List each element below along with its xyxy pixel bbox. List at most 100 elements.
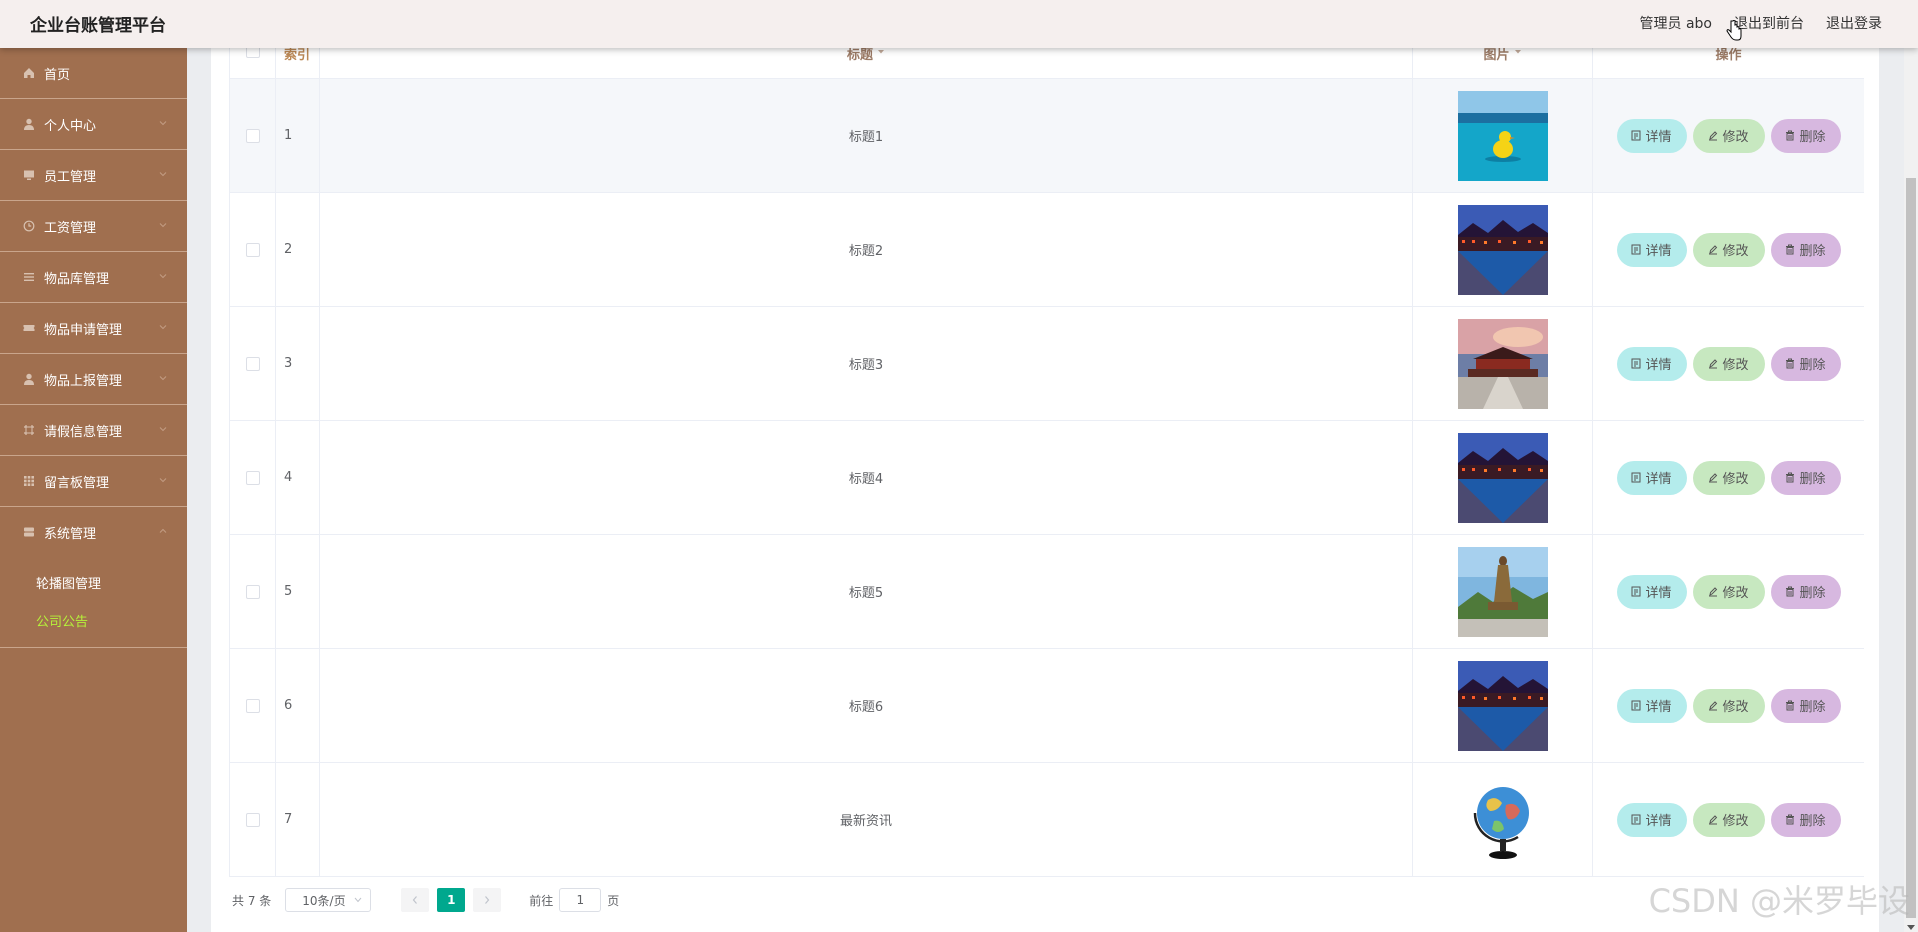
delete-button[interactable]: 删除 <box>1770 574 1841 609</box>
sidebar-item-salary[interactable]: 工资管理 <box>0 201 187 252</box>
thumbnail-image[interactable] <box>1457 204 1548 295</box>
edit-button[interactable]: 修改 <box>1692 802 1765 837</box>
top-header: 企业台账管理平台 管理员 abo 退出到前台 退出登录 <box>0 0 1918 48</box>
pencil-icon <box>1709 473 1718 483</box>
row-image-cell <box>1413 193 1593 306</box>
detail-button[interactable]: 详情 <box>1616 346 1687 381</box>
detail-button[interactable]: 详情 <box>1616 802 1687 837</box>
sidebar-item-reports[interactable]: 物品上报管理 <box>0 354 187 405</box>
row-checkbox[interactable] <box>245 470 260 485</box>
sidebar-item-inventory[interactable]: 物品库管理 <box>0 252 187 303</box>
row-checkbox[interactable] <box>245 584 260 599</box>
document-icon <box>1631 130 1641 141</box>
row-index: 4 <box>276 421 320 534</box>
document-icon <box>1631 244 1641 255</box>
header-actions: 管理员 abo 退出到前台 退出登录 <box>1640 13 1882 33</box>
page-size-select[interactable]: 10条/页 <box>285 888 372 912</box>
sidebar-item-system[interactable]: 系统管理 <box>0 507 187 557</box>
thumbnail-image[interactable] <box>1457 660 1548 751</box>
chevron-down-icon <box>354 897 362 903</box>
detail-button[interactable]: 详情 <box>1616 460 1687 495</box>
sidebar-item-messages[interactable]: 留言板管理 <box>0 456 187 507</box>
sidebar-item-home[interactable]: 首页 <box>0 48 187 99</box>
sidebar-item-requests[interactable]: 物品申请管理 <box>0 303 187 354</box>
hand-cursor-icon <box>1726 20 1742 41</box>
row-image-cell <box>1413 421 1593 534</box>
page-scrollbar[interactable] <box>1904 48 1918 932</box>
back-to-front-link[interactable]: 退出到前台 <box>1734 13 1804 33</box>
row-title: 标题3 <box>320 307 1413 420</box>
trash-icon <box>1786 472 1795 483</box>
detail-button[interactable]: 详情 <box>1616 574 1687 609</box>
sidebar-subitem-carousel[interactable]: 轮播图管理 <box>0 563 187 601</box>
chevron-up-icon <box>159 528 167 533</box>
row-index: 3 <box>276 307 320 420</box>
row-index: 5 <box>276 535 320 648</box>
delete-button[interactable]: 删除 <box>1770 232 1841 267</box>
edit-label: 修改 <box>1722 244 1749 259</box>
thumbnail-image[interactable] <box>1457 318 1548 409</box>
row-checkbox[interactable] <box>245 812 260 827</box>
page-number-1[interactable]: 1 <box>437 888 466 912</box>
edit-label: 修改 <box>1722 472 1749 487</box>
row-index: 7 <box>276 763 320 876</box>
delete-label: 删除 <box>1799 130 1826 145</box>
row-image-cell <box>1413 649 1593 762</box>
detail-button[interactable]: 详情 <box>1616 688 1687 723</box>
detail-button[interactable]: 详情 <box>1616 118 1687 153</box>
goto-page-input[interactable] <box>559 888 602 912</box>
delete-button[interactable]: 删除 <box>1770 460 1841 495</box>
edit-button[interactable]: 修改 <box>1692 460 1765 495</box>
delete-button[interactable]: 删除 <box>1770 346 1841 381</box>
edit-button[interactable]: 修改 <box>1692 574 1765 609</box>
row-checkbox[interactable] <box>245 242 260 257</box>
sidebar-item-label: 员工管理 <box>44 169 97 185</box>
edit-button[interactable]: 修改 <box>1692 118 1765 153</box>
table-row: 2 标题2 详情 修改 删除 <box>230 193 1864 307</box>
detail-label: 详情 <box>1645 244 1672 259</box>
chevron-down-icon <box>159 172 167 177</box>
delete-button[interactable]: 删除 <box>1770 688 1841 723</box>
document-icon <box>1631 472 1641 483</box>
sidebar-item-staff[interactable]: 员工管理 <box>0 150 187 201</box>
logout-link[interactable]: 退出登录 <box>1826 13 1882 33</box>
grid-icon <box>22 474 36 488</box>
chevron-down-icon <box>159 121 167 126</box>
delete-label: 删除 <box>1799 700 1826 715</box>
scrollbar-thumb[interactable] <box>1906 178 1916 918</box>
delete-label: 删除 <box>1799 244 1826 259</box>
row-image-cell <box>1413 763 1593 876</box>
clock-icon <box>22 219 36 233</box>
sidebar-subitem-notice[interactable]: 公司公告 <box>0 601 187 639</box>
next-page-button[interactable] <box>473 888 502 912</box>
chevron-down-icon <box>159 223 167 228</box>
detail-button[interactable]: 详情 <box>1616 232 1687 267</box>
row-checkbox[interactable] <box>245 356 260 371</box>
prev-page-button[interactable] <box>401 888 430 912</box>
row-checkbox[interactable] <box>245 698 260 713</box>
row-checkbox[interactable] <box>245 128 260 143</box>
row-actions: 详情 修改 删除 <box>1593 79 1864 192</box>
chevron-down-icon <box>159 478 167 483</box>
chevron-down-icon <box>159 427 167 432</box>
thumbnail-image[interactable] <box>1457 432 1548 523</box>
thumbnail-image[interactable] <box>1457 546 1548 637</box>
scroll-down-arrow-icon[interactable] <box>1907 925 1915 930</box>
document-icon <box>1631 700 1641 711</box>
thumbnail-image[interactable] <box>1457 774 1548 865</box>
chevron-right-icon <box>485 896 490 904</box>
edit-button[interactable]: 修改 <box>1692 688 1765 723</box>
edit-button[interactable]: 修改 <box>1692 232 1765 267</box>
thumbnail-image[interactable] <box>1457 90 1548 181</box>
row-title: 标题4 <box>320 421 1413 534</box>
sidebar-item-profile[interactable]: 个人中心 <box>0 99 187 150</box>
sidebar-item-leave[interactable]: 请假信息管理 <box>0 405 187 456</box>
delete-button[interactable]: 删除 <box>1770 802 1841 837</box>
edit-button[interactable]: 修改 <box>1692 346 1765 381</box>
goto-page: 前往 页 <box>529 888 619 912</box>
page-size-value: 10条/页 <box>302 893 346 908</box>
row-image-cell <box>1413 535 1593 648</box>
delete-button[interactable]: 删除 <box>1770 118 1841 153</box>
trash-icon <box>1786 244 1795 255</box>
admin-user-label: 管理员 abo <box>1639 16 1712 32</box>
